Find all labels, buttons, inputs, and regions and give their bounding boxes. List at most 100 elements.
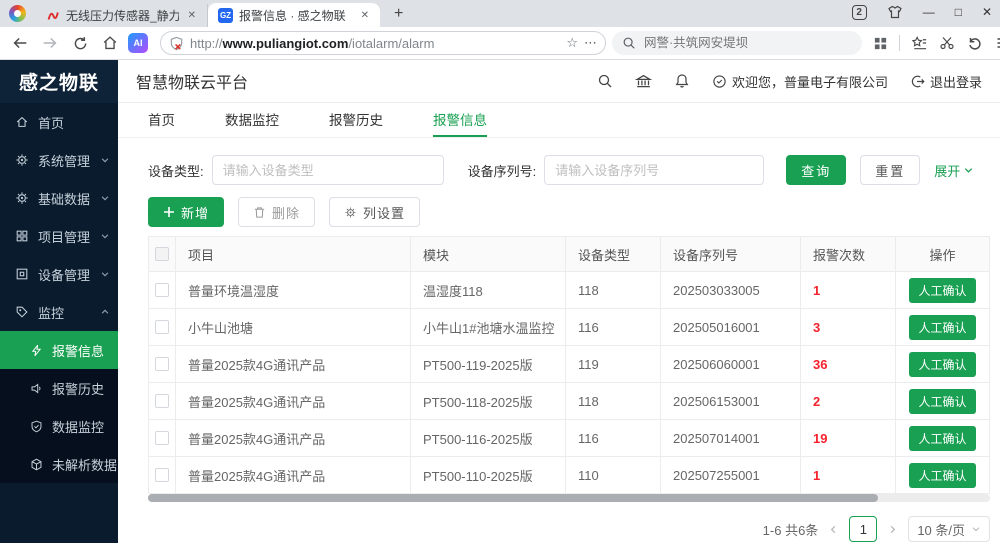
maximize-button[interactable]: □ (955, 5, 962, 19)
header-search-icon[interactable] (597, 73, 613, 89)
reset-button[interactable]: 重置 (860, 155, 920, 185)
tab-alarm-history[interactable]: 报警历史 (329, 103, 383, 137)
browser-titlebar: 无线压力传感器_静力水准仪_ ✕ GZ 报警信息 · 感之物联 ✕ + 2 — … (0, 0, 1000, 27)
filter-row: 设备类型: 设备序列号: 查询 重置 展开 (148, 154, 990, 186)
cell-serial: 202503033005 (661, 272, 801, 308)
chevron-up-icon (100, 307, 110, 317)
alarm-count: 3 (813, 320, 820, 335)
menu-icon[interactable] (991, 31, 1000, 55)
forward-icon[interactable] (38, 31, 62, 55)
scrollbar-thumb[interactable] (148, 494, 878, 502)
col-serial: 设备序列号 (661, 237, 801, 271)
bank-icon[interactable] (635, 73, 652, 90)
chevron-down-icon (100, 269, 110, 279)
manual-confirm-button[interactable]: 人工确认 (909, 315, 975, 340)
col-alarm-count: 报警次数 (801, 237, 896, 271)
ai-assistant-icon[interactable]: AI (128, 33, 148, 53)
row-checkbox[interactable] (155, 394, 169, 408)
add-button[interactable]: 新增 (148, 197, 224, 227)
browser-tab-alarm[interactable]: GZ 报警信息 · 感之物联 ✕ (208, 3, 380, 27)
page-title: 智慧物联云平台 (136, 69, 248, 93)
sidebar-item-alarm-history[interactable]: 报警历史 (0, 369, 118, 407)
favorites-list-icon[interactable] (907, 31, 931, 55)
tab-title: 无线压力传感器_静力水准仪_ (66, 7, 179, 24)
browser-search-input[interactable] (644, 36, 852, 50)
grid-icon (15, 229, 29, 243)
sidebar-item-system[interactable]: 系统管理 (0, 141, 118, 179)
table-header-row: 项目 模块 设备类型 设备序列号 报警次数 操作 (149, 237, 989, 272)
tab-close-icon[interactable]: ✕ (358, 9, 372, 22)
puliang-favicon-icon (46, 9, 60, 23)
manual-confirm-button[interactable]: 人工确认 (909, 463, 975, 488)
pagination-summary: 1-6 共6条 (763, 520, 819, 539)
manual-confirm-button[interactable]: 人工确认 (909, 352, 975, 377)
tab-close-icon[interactable]: ✕ (185, 9, 199, 22)
sidebar-item-device[interactable]: 设备管理 (0, 255, 118, 293)
table-row: 小牛山池塘 小牛山1#池塘水温监控 116 202505016001 3 人工确… (149, 309, 989, 346)
content-area: 设备类型: 设备序列号: 查询 重置 展开 新增 (118, 138, 1000, 543)
insecure-shield-icon[interactable] (169, 36, 184, 51)
url-bar[interactable]: http://www.puliangiot.com/iotalarm/alarm… (160, 31, 606, 55)
bookmark-star-icon[interactable]: ☆ (566, 35, 578, 51)
app-logo: 感之物联 (0, 60, 118, 103)
select-all-checkbox[interactable] (155, 247, 169, 261)
sidebar-item-home[interactable]: 首页 (0, 103, 118, 141)
device-type-input[interactable] (212, 155, 444, 185)
row-checkbox[interactable] (155, 283, 169, 297)
sidebar-item-data-monitor[interactable]: 数据监控 (0, 407, 118, 445)
browser-tab-sensor[interactable]: 无线压力传感器_静力水准仪_ ✕ (36, 4, 208, 27)
url-more-icon[interactable]: ⋯ (584, 35, 597, 51)
tab-home[interactable]: 首页 (148, 103, 175, 137)
search-button[interactable]: 查询 (786, 155, 846, 185)
browser-window: 无线压力传感器_静力水准仪_ ✕ GZ 报警信息 · 感之物联 ✕ + 2 — … (0, 0, 1000, 543)
row-checkbox[interactable] (155, 431, 169, 445)
browser-search-bar[interactable] (612, 31, 862, 55)
sidebar-item-unparsed-data[interactable]: 未解析数据 (0, 445, 118, 483)
welcome-user[interactable]: 欢迎您，普量电子有限公司 (712, 72, 888, 91)
sidebar-item-monitor[interactable]: 监控 (0, 293, 118, 331)
serial-input[interactable] (544, 155, 764, 185)
tab-count-badge[interactable]: 2 (852, 5, 867, 20)
browser-logo-icon[interactable] (9, 5, 26, 22)
row-checkbox[interactable] (155, 468, 169, 482)
cell-project: 普量2025款4G通讯产品 (176, 420, 411, 456)
close-button[interactable]: ✕ (982, 5, 992, 19)
theme-shirt-icon[interactable] (887, 4, 903, 20)
sidebar-item-alarm-info[interactable]: 报警信息 (0, 331, 118, 369)
tab-data-monitor[interactable]: 数据监控 (225, 103, 279, 137)
delete-button[interactable]: 删除 (238, 197, 315, 227)
sidebar-item-basedata[interactable]: 基础数据 (0, 179, 118, 217)
cell-serial: 202506060001 (661, 346, 801, 382)
home-icon[interactable] (98, 31, 122, 55)
expand-link[interactable]: 展开 (934, 161, 974, 180)
cell-device-type: 116 (566, 420, 661, 456)
scissors-icon[interactable] (935, 31, 959, 55)
undo-icon[interactable] (963, 31, 987, 55)
apps-grid-icon[interactable] (868, 31, 892, 55)
page-size-select[interactable]: 10 条/页 (908, 516, 990, 542)
chevron-down-icon (100, 231, 110, 241)
refresh-icon[interactable] (68, 31, 92, 55)
row-checkbox[interactable] (155, 320, 169, 334)
page-number[interactable]: 1 (849, 516, 877, 542)
row-checkbox[interactable] (155, 357, 169, 371)
back-icon[interactable] (8, 31, 32, 55)
url-text[interactable]: http://www.puliangiot.com/iotalarm/alarm (190, 36, 560, 51)
next-page-button[interactable] (887, 524, 898, 535)
minimize-button[interactable]: — (923, 5, 935, 19)
prev-page-button[interactable] (828, 524, 839, 535)
column-settings-button[interactable]: 列设置 (329, 197, 420, 227)
bell-icon[interactable] (674, 73, 690, 89)
manual-confirm-button[interactable]: 人工确认 (909, 389, 975, 414)
manual-confirm-button[interactable]: 人工确认 (909, 278, 975, 303)
tab-alarm-info[interactable]: 报警信息 (433, 103, 487, 137)
new-tab-button[interactable]: + (388, 5, 409, 23)
horizontal-scrollbar[interactable] (148, 494, 990, 502)
serial-label: 设备序列号: (468, 161, 537, 180)
logout-button[interactable]: 退出登录 (910, 72, 982, 91)
cell-device-type: 119 (566, 346, 661, 382)
browser-navbar: AI http://www.puliangiot.com/iotalarm/al… (0, 27, 1000, 60)
manual-confirm-button[interactable]: 人工确认 (909, 426, 975, 451)
sidebar-item-project[interactable]: 项目管理 (0, 217, 118, 255)
cell-serial: 202507255001 (661, 457, 801, 493)
